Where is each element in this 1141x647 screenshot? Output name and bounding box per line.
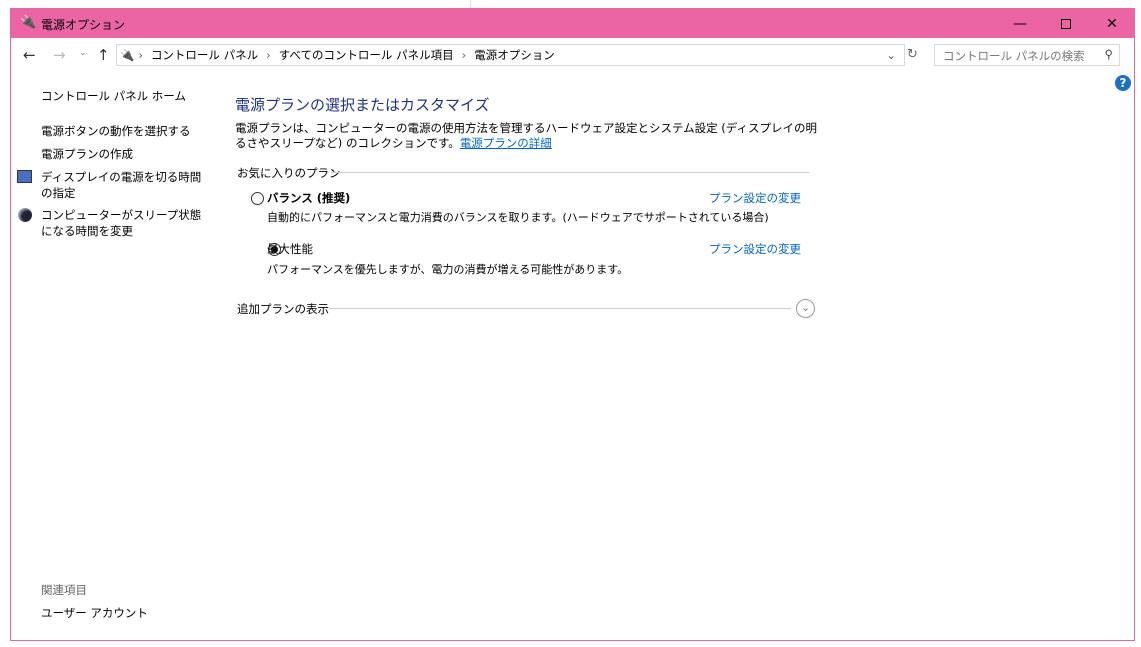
- plan-name[interactable]: バランス (推奨): [267, 190, 350, 206]
- refresh-icon[interactable]: ↻: [907, 47, 918, 62]
- window-title: 電源オプション: [41, 18, 126, 32]
- breadcrumb-item[interactable]: すべてのコントロール パネル項目: [279, 47, 454, 63]
- help-icon[interactable]: ?: [1115, 75, 1131, 91]
- breadcrumb-item[interactable]: 電源オプション: [474, 47, 555, 63]
- divider: [331, 172, 809, 173]
- plan-description: パフォーマンスを優先しますが、電力の消費が増える可能性があります。: [267, 263, 629, 276]
- close-button[interactable]: ✕: [1089, 9, 1135, 38]
- breadcrumb-item[interactable]: コントロール パネル: [151, 47, 258, 63]
- sidebar-item-sleep[interactable]: コンピューターがスリープ状態になる時間を変更: [41, 207, 211, 239]
- address-bar[interactable]: 🔌 › コントロール パネル › すべてのコントロール パネル項目 › 電源オプ…: [116, 44, 905, 66]
- recent-chevron-down-icon[interactable]: ⌄: [79, 48, 87, 58]
- forward-arrow-icon[interactable]: →: [53, 46, 66, 64]
- sidebar-item-display-off[interactable]: ディスプレイの電源を切る時間の指定: [41, 169, 211, 201]
- chevron-right-icon: ›: [461, 48, 467, 62]
- search-input[interactable]: コントロール パネルの検索 ⚲: [934, 44, 1120, 66]
- control-panel-icon: 🔌: [120, 48, 135, 62]
- background-divider: [470, 0, 471, 8]
- show-more-plans-label[interactable]: 追加プランの表示: [237, 301, 329, 317]
- power-options-icon: 🔌: [20, 15, 37, 30]
- related-heading: 関連項目: [41, 583, 87, 597]
- chevron-right-icon: ›: [266, 48, 271, 62]
- sidebar-item-power-button[interactable]: 電源ボタンの動作を選択する: [41, 123, 191, 139]
- title-bar[interactable]: 🔌 電源オプション — ✕: [11, 9, 1134, 38]
- minimize-button[interactable]: —: [997, 9, 1043, 38]
- search-icon: ⚲: [1104, 47, 1113, 61]
- page-description: 電源プランは、コンピューターの電源の使用方法を管理するハードウェア設定とシステム…: [235, 121, 825, 151]
- sidebar-item-home[interactable]: コントロール パネル ホーム: [41, 88, 186, 104]
- chevron-right-icon: ›: [138, 48, 143, 62]
- plan-name[interactable]: 最大性能: [267, 241, 313, 257]
- plan-details-link[interactable]: 電源プランの詳細: [460, 136, 552, 150]
- divider: [329, 308, 791, 309]
- maximize-button[interactable]: [1043, 9, 1089, 38]
- up-arrow-icon[interactable]: ↑: [97, 46, 110, 64]
- change-plan-settings-link[interactable]: プラン設定の変更: [709, 241, 801, 257]
- display-icon: [17, 170, 32, 183]
- change-plan-settings-link[interactable]: プラン設定の変更: [709, 190, 801, 206]
- related-user-accounts[interactable]: ユーザー アカウント: [41, 605, 148, 621]
- search-placeholder: コントロール パネルの検索: [943, 49, 1085, 63]
- plan-radio-balanced[interactable]: [251, 192, 264, 205]
- sidebar-item-create-plan[interactable]: 電源プランの作成: [41, 146, 133, 162]
- back-arrow-icon[interactable]: ←: [23, 46, 36, 64]
- sleep-icon: [18, 208, 32, 222]
- favorites-label: お気に入りのプラン: [237, 166, 341, 180]
- plan-description: 自動的にパフォーマンスと電力消費のバランスを取ります。(ハードウェアでサポートさ…: [267, 211, 769, 224]
- page-title: 電源プランの選択またはカスタマイズ: [235, 96, 490, 114]
- address-dropdown-icon[interactable]: ⌄: [886, 48, 896, 62]
- power-options-window: 🔌 電源オプション — ✕ ← → ⌄ ↑ 🔌 › コントロール パネル › す…: [10, 8, 1135, 641]
- expand-chevron-down-icon[interactable]: ⌄: [796, 299, 815, 318]
- navigation-bar: ← → ⌄ ↑ 🔌 › コントロール パネル › すべてのコントロール パネル項…: [11, 38, 1134, 74]
